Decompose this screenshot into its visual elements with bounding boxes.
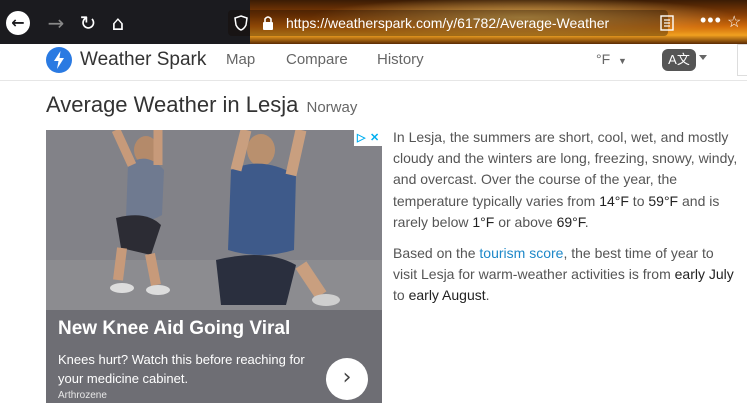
- translate-icon[interactable]: A文: [662, 49, 696, 71]
- temp-low: 14°F: [599, 192, 629, 209]
- reader-view-icon[interactable]: [660, 15, 674, 31]
- summary-paragraph-2: Based on the tourism score, the best tim…: [393, 243, 741, 307]
- ad-source[interactable]: Arthrozene: [58, 390, 107, 401]
- summary-text: or above: [494, 213, 557, 230]
- chevron-down-icon: [699, 55, 707, 60]
- ad-arrow-button[interactable]: ›: [326, 358, 368, 400]
- page-actions-icon[interactable]: •••: [700, 10, 722, 31]
- bookmark-star-icon[interactable]: ☆: [727, 12, 741, 32]
- brand-name[interactable]: Weather Spark: [80, 49, 206, 71]
- summary-paragraph-1: In Lesja, the summers are short, cool, w…: [393, 127, 741, 233]
- home-button[interactable]: ⌂: [106, 11, 130, 35]
- weather-summary: In Lesja, the summers are short, cool, w…: [393, 127, 741, 317]
- summary-text: to: [393, 287, 409, 304]
- page-title-text: Average Weather in Lesja: [46, 92, 299, 117]
- browser-toolbar: ← → ↻ ⌂ https://weatherspark.com/y/61782…: [0, 0, 747, 44]
- temp-high: 59°F: [648, 192, 679, 209]
- page-title: Average Weather in Lesja Norway: [46, 92, 357, 118]
- reload-button[interactable]: ↻: [76, 11, 100, 35]
- best-time-start: early July: [674, 266, 734, 283]
- temp-min: 1°F: [472, 213, 495, 230]
- summary-text: Based on the: [393, 245, 480, 262]
- shield-icon[interactable]: [234, 15, 248, 31]
- best-time-end: early August: [408, 287, 486, 304]
- summary-text: .: [584, 213, 589, 230]
- ad-image[interactable]: [46, 130, 382, 310]
- unit-label: °F: [596, 51, 611, 67]
- url-text[interactable]: https://weatherspark.com/y/61782/Average…: [286, 15, 646, 31]
- nav-map[interactable]: Map: [226, 51, 255, 68]
- back-button[interactable]: ←: [6, 11, 30, 35]
- summary-text: to: [628, 192, 649, 209]
- ad-body[interactable]: Knees hurt? Watch this before reaching f…: [58, 350, 318, 388]
- adchoices-icon[interactable]: ▷ ✕: [354, 130, 382, 146]
- chevron-down-icon: ▼: [618, 56, 627, 66]
- forward-button[interactable]: →: [44, 11, 68, 35]
- weather-spark-logo-icon[interactable]: [46, 47, 72, 73]
- nav-compare[interactable]: Compare: [286, 51, 348, 68]
- ad-headline[interactable]: New Knee Aid Going Viral: [58, 318, 290, 340]
- country-label: Norway: [306, 99, 358, 116]
- nav-history[interactable]: History: [377, 51, 424, 68]
- tourism-score-link[interactable]: tourism score: [479, 245, 563, 261]
- sidebar-edge: [737, 44, 747, 76]
- advertisement[interactable]: New Knee Aid Going Viral Knees hurt? Wat…: [46, 130, 382, 403]
- lock-icon[interactable]: [262, 15, 274, 31]
- temp-max: 69°F: [556, 213, 585, 230]
- unit-selector[interactable]: °F ▼: [596, 51, 627, 67]
- summary-text: .: [485, 287, 490, 304]
